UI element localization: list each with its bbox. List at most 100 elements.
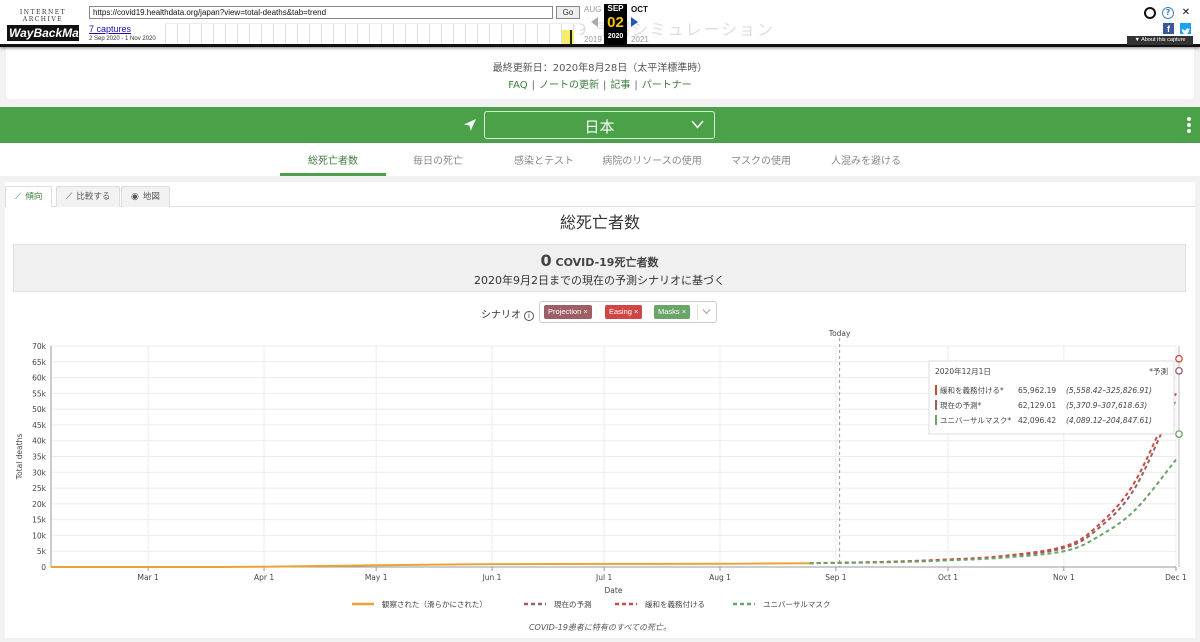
legend-label[interactable]: ユニバーサルマスク [763, 600, 830, 609]
x-tick-label: Jun 1 [482, 573, 502, 582]
wayback-logo-top: INTERNET ARCHIVE [19, 9, 67, 23]
tab-total-deaths[interactable]: 総死亡者数 [280, 152, 386, 167]
location-arrow-icon[interactable] [463, 118, 477, 132]
twitter-icon[interactable] [1180, 23, 1191, 36]
x-tick-label: Dec 1 [1165, 573, 1187, 582]
x-tick-label: Aug 1 [709, 573, 731, 582]
tooltip-series-range: (5,558.42–325,826.91) [1066, 386, 1152, 395]
next-capture-icon[interactable] [631, 17, 638, 27]
tab-trend-label: 傾向 [25, 192, 43, 202]
wayback-next-year[interactable]: 2021 [631, 35, 649, 44]
last-updated: 最終更新日：2020年8月28日（太平洋標準時） [492, 63, 708, 74]
tab-trend[interactable]: ⟋ 傾向 [5, 186, 53, 207]
wayback-current-month: SEP [604, 4, 627, 14]
info-icon[interactable]: i [524, 311, 534, 321]
help-icon[interactable]: ? [1162, 7, 1174, 19]
site-header: 最終更新日：2020年8月28日（太平洋標準時） FAQ | ノートの更新 | 記事 | パ… [6, 44, 1194, 99]
tab-compare-label: 比較する [76, 192, 111, 202]
y-tick-label: 45k [32, 421, 47, 430]
topic-tabs: 総死亡者数 毎日の死亡 感染とテスト 病院のリソースの使用 マスクの使用 人混み… [0, 143, 1200, 176]
trend-icon: ⟋ [15, 192, 22, 202]
chevron-down-icon [691, 120, 704, 129]
tooltip-swatch [935, 415, 937, 425]
tooltip-series-value: 65,962.19 [1018, 386, 1056, 395]
x-tick-label: Apr 1 [254, 573, 274, 582]
total-deaths-chart[interactable]: 0 5k 10k 15k 20k 25k 30k 35k 40k 45k 50k 55k 60k 65k 7… [5, 328, 1195, 620]
series-line[interactable] [50, 562, 810, 569]
tooltip-date: 2020年12月1日 [935, 366, 991, 376]
tab-map[interactable]: ◉ 地図 [121, 186, 170, 207]
tooltip-series-name: ユニバーサルマスク* [940, 416, 1011, 425]
tab-compare[interactable]: ⟋ 比較する [56, 186, 121, 207]
y-tick-label: 20k [32, 500, 47, 509]
tab-daily-deaths[interactable]: 毎日の死亡 [388, 152, 488, 167]
highlight-point[interactable] [1175, 354, 1183, 363]
y-tick-label: 40k [32, 437, 47, 446]
scenario-chip-masks[interactable]: Masks × [654, 305, 691, 319]
location-bar: 日本 [0, 107, 1200, 143]
country-select-value: 日本 [584, 118, 615, 136]
wayback-logo[interactable]: INTERNET ARCHIVE WayBackMachine [7, 9, 110, 41]
legend-label[interactable]: 観察された（滑らかにされた） [382, 599, 487, 609]
x-tick-label: Oct 1 [938, 573, 958, 582]
scenario-label: シナリオ i [481, 306, 534, 321]
chart-footnote: COVID-19患者に特有のすべての死亡。 [528, 623, 672, 632]
scenario-chip-projection[interactable]: Projection × [544, 305, 592, 319]
legend-label[interactable]: 現在の予測 [554, 599, 592, 609]
wayback-prev-month[interactable]: AUG [584, 5, 601, 14]
facebook-icon[interactable]: f [1163, 23, 1174, 34]
tab-social-distancing[interactable]: 人混みを避ける [816, 152, 916, 167]
partners-link[interactable]: パートナー [642, 80, 692, 91]
tooltip-swatch [935, 385, 937, 395]
tab-infections-testing[interactable]: 感染とテスト [494, 152, 594, 167]
tooltip-series-value: 62,129.01 [1018, 401, 1056, 410]
y-axis-label: Total deaths [15, 434, 24, 481]
country-select[interactable]: 日本 [484, 111, 715, 139]
wayback-capture-range: 2 Sep 2020 - 1 Nov 2020 [89, 36, 156, 42]
notes-update-link[interactable]: ノートの更新 [539, 80, 599, 91]
y-tick-label: 10k [32, 531, 47, 540]
x-axis-label: Date [605, 586, 623, 595]
tooltip-series-value: 42,096.42 [1018, 416, 1056, 425]
tab-mask-use[interactable]: マスクの使用 [716, 152, 806, 167]
x-tick-label: Nov 1 [1053, 573, 1075, 582]
wayback-go-button[interactable]: Go [556, 6, 580, 19]
scenario-select[interactable]: Projection × Easing × Masks × [539, 301, 717, 323]
about-capture-button[interactable]: ▼ About this capture [1127, 36, 1193, 45]
wayback-captures-link[interactable]: 7 captures [89, 24, 131, 34]
x-tick-label: May 1 [365, 573, 388, 582]
highlight-point[interactable] [1175, 430, 1183, 438]
series-line[interactable] [809, 459, 1177, 565]
wayback-sparkline-capture[interactable] [562, 30, 574, 44]
chart-title: 総死亡者数 [559, 213, 640, 232]
deaths-headline: 0 COVID-19死亡者数 [14, 251, 1185, 270]
wayback-sparkline[interactable] [165, 23, 580, 44]
x-tick-label: Mar 1 [138, 573, 160, 582]
highlight-point[interactable] [1175, 366, 1183, 375]
user-icon[interactable] [1144, 7, 1156, 19]
wayback-prev-year[interactable]: 2019 [584, 35, 602, 44]
deaths-count: 0 [540, 251, 552, 270]
tooltip-series-range: (4,089.12–204,847.61) [1066, 416, 1152, 425]
wayback-current-date: SEP 02 2020 [604, 4, 627, 45]
compare-icon: ⟋ [66, 192, 73, 202]
tooltip-series-name: 緩和を義務付ける* [940, 385, 1004, 395]
x-tick-label: Jul 1 [595, 573, 612, 582]
y-tick-label: 5k [37, 547, 47, 556]
wayback-current-day: 02 [607, 14, 624, 31]
articles-link[interactable]: 記事 [610, 80, 630, 91]
y-tick-label: 55k [32, 389, 47, 398]
header-links: FAQ | ノートの更新 | 記事 | パートナー [508, 80, 692, 91]
more-menu-icon[interactable] [1187, 117, 1191, 133]
tab-hospital-resources[interactable]: 病院のリソースの使用 [596, 152, 708, 167]
wayback-next-month[interactable]: OCT [631, 5, 648, 14]
y-tick-label: 35k [32, 453, 47, 462]
close-icon[interactable]: ✕ [1180, 7, 1192, 19]
faq-link[interactable]: FAQ [508, 80, 527, 91]
prev-capture-icon[interactable] [591, 17, 598, 27]
chevron-down-icon[interactable] [702, 307, 711, 316]
legend-label[interactable]: 緩和を義務付ける [645, 599, 705, 609]
y-tick-label: 50k [32, 405, 47, 414]
wayback-url-input[interactable]: https://covid19.healthdata.org/japan?vie… [89, 6, 553, 19]
scenario-chip-easing[interactable]: Easing × [605, 305, 643, 319]
